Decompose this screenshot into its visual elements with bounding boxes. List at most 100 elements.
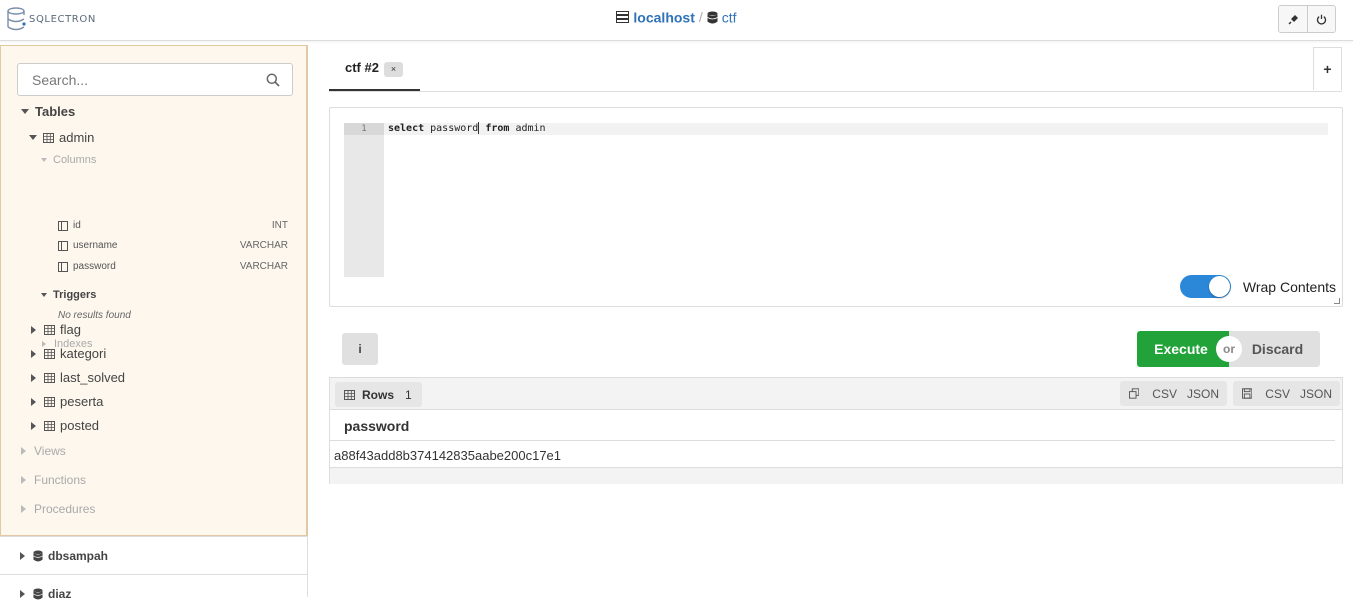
keyword: select <box>388 123 425 134</box>
copy-export-group: CSV JSON <box>1120 381 1227 406</box>
table-icon <box>44 324 55 335</box>
tree-columns[interactable]: Columns <box>41 154 96 166</box>
info-button[interactable]: i <box>342 333 378 365</box>
add-tab-button[interactable]: + <box>1313 47 1342 90</box>
save-json-button[interactable]: JSON <box>1300 387 1332 401</box>
tree-table-kategori[interactable]: kategori <box>31 346 106 361</box>
column-icon <box>58 220 68 231</box>
table-icon <box>44 372 55 383</box>
no-results-text: No results found <box>58 310 131 321</box>
tab-query[interactable]: ctf #2 × <box>329 45 420 91</box>
discard-button[interactable]: Discard <box>1229 331 1320 367</box>
save-export-group: CSV JSON <box>1233 381 1340 406</box>
tree-table-last-solved[interactable]: last_solved <box>31 370 125 385</box>
table-name: last_solved <box>60 370 126 385</box>
database-name: diaz <box>48 586 72 601</box>
copy-csv-button[interactable]: CSV <box>1152 387 1177 401</box>
database-item-diaz[interactable]: diaz <box>0 574 308 612</box>
power-button[interactable] <box>1307 6 1335 32</box>
tree-column-username[interactable]: username VARCHAR <box>58 240 288 251</box>
copy-icon[interactable] <box>1129 388 1140 399</box>
breadcrumb-database[interactable]: ctf <box>722 9 737 25</box>
caret-right-icon <box>21 476 26 484</box>
save-icon[interactable] <box>1242 388 1253 399</box>
line-gutter: 1 <box>344 123 384 277</box>
table-icon <box>344 389 355 400</box>
column-divider <box>330 440 1335 441</box>
tree-views[interactable]: Views <box>21 444 66 458</box>
tree-table-posted[interactable]: posted <box>31 418 99 433</box>
row-count: 1 <box>405 387 412 402</box>
views-label: Views <box>34 444 66 458</box>
tab-close-button[interactable]: × <box>383 61 403 77</box>
identifier: password <box>424 123 479 134</box>
search-box <box>17 63 293 96</box>
window-actions <box>1278 5 1336 33</box>
save-csv-button[interactable]: CSV <box>1265 387 1290 401</box>
columns-label: Columns <box>53 154 97 166</box>
sidebar: Tables admin Columns id INT <box>0 45 308 601</box>
tree-column-id[interactable]: id INT <box>58 220 288 231</box>
identifier: admin <box>509 123 546 134</box>
tree-column-password[interactable]: password VARCHAR <box>58 261 288 272</box>
triggers-label: Triggers <box>53 289 97 301</box>
caret-right-icon <box>20 589 25 598</box>
column-icon <box>58 261 68 272</box>
query-actions: Execute Discard or <box>1137 331 1320 367</box>
column-header[interactable]: password <box>344 418 409 434</box>
table-icon <box>44 420 55 431</box>
tree-triggers[interactable]: Triggers <box>41 289 96 301</box>
line-number: 1 <box>344 123 384 135</box>
resize-handle-icon[interactable] <box>1334 298 1340 304</box>
tree-table-admin[interactable]: admin <box>29 130 94 145</box>
caret-right-icon <box>31 421 36 430</box>
rows-count-badge: Rows 1 <box>335 382 422 407</box>
breadcrumb-server[interactable]: localhost <box>633 9 694 25</box>
power-icon <box>1316 14 1327 24</box>
sql-editor[interactable]: 1 select password from admin Wrap Conten… <box>329 107 1343 307</box>
functions-label: Functions <box>34 473 87 487</box>
column-name: password <box>73 261 116 272</box>
wrap-contents-label: Wrap Contents <box>1242 278 1336 295</box>
table-name: peserta <box>60 394 104 409</box>
table-name: flag <box>60 322 81 337</box>
caret-right-icon <box>21 505 26 513</box>
tree-table-flag[interactable]: flag <box>31 322 81 337</box>
table-name: admin <box>59 130 95 145</box>
caret-right-icon <box>31 325 36 334</box>
search-input[interactable] <box>32 72 252 88</box>
tree-table-peserta[interactable]: peserta <box>31 394 103 409</box>
column-type: VARCHAR <box>239 240 288 251</box>
caret-right-icon <box>31 349 36 358</box>
results-footer <box>330 467 1342 484</box>
column-name: username <box>73 240 118 251</box>
code-text[interactable]: select password from admin <box>388 122 546 136</box>
caret-down-icon <box>41 293 47 297</box>
caret-down-icon <box>21 109 29 114</box>
tree-procedures[interactable]: Procedures <box>21 502 95 516</box>
tree-tables[interactable]: Tables <box>21 104 75 119</box>
results-header: Rows 1 CSV JSON CSV JSON <box>330 378 1342 410</box>
database-panel: Tables admin Columns id INT <box>0 45 308 536</box>
database-icon <box>33 588 43 599</box>
wrap-contents-toggle[interactable] <box>1179 275 1231 298</box>
results-panel: Rows 1 CSV JSON CSV JSON password a88f43… <box>329 377 1343 484</box>
copy-json-button[interactable]: JSON <box>1187 387 1219 401</box>
caret-right-icon <box>21 447 26 455</box>
caret-right-icon <box>31 373 36 382</box>
server-icon <box>616 11 630 24</box>
table-icon <box>44 396 55 407</box>
table-cell[interactable]: a88f43add8b374142835aabe200c17e1 <box>334 448 561 463</box>
table-icon <box>43 132 54 143</box>
caret-right-icon <box>31 397 36 406</box>
tab-title: ctf #2 <box>345 59 379 75</box>
triggers-empty: No results found <box>58 310 131 321</box>
keyword: from <box>485 123 510 134</box>
database-item-dbsampah[interactable]: dbsampah <box>0 536 308 574</box>
query-tabs: ctf #2 × + <box>329 45 1342 92</box>
column-type: INT <box>271 220 288 231</box>
table-icon <box>44 348 55 359</box>
tree-functions[interactable]: Functions <box>21 473 86 487</box>
disconnect-button[interactable] <box>1279 6 1307 32</box>
toggle-knob <box>1208 276 1230 297</box>
